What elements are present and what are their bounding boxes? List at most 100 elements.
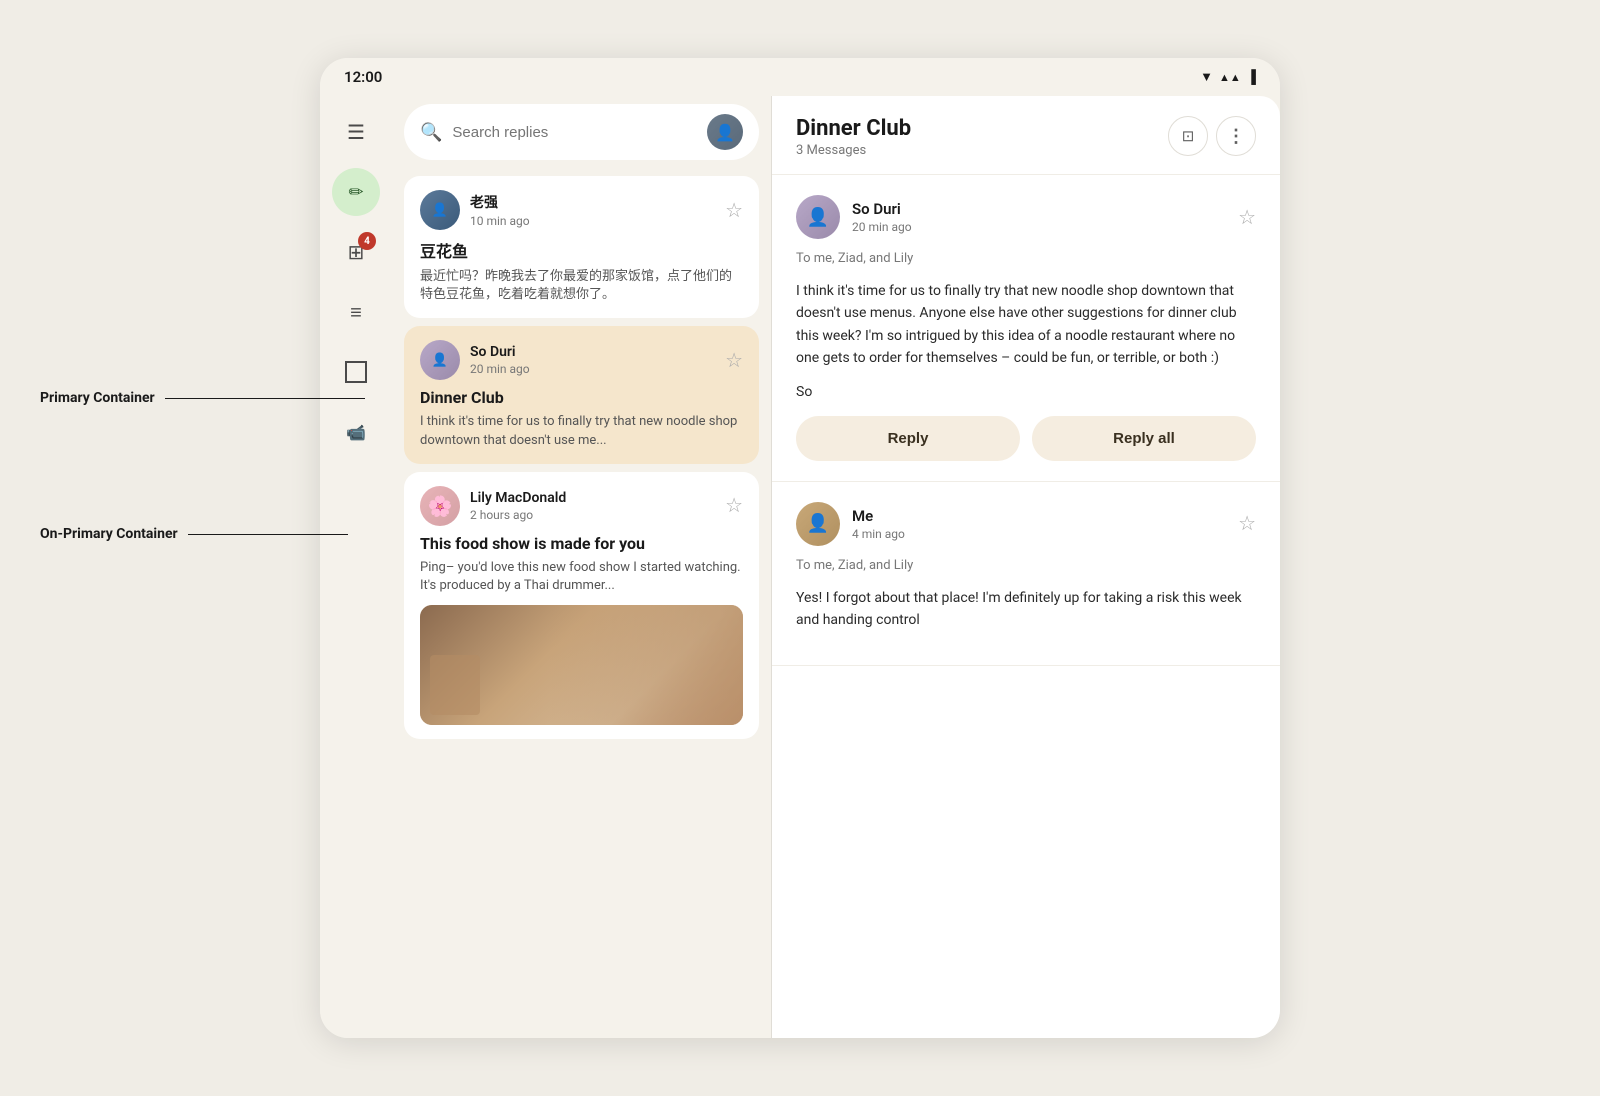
chat-icon <box>345 361 367 383</box>
email-subject-2: Dinner Club <box>420 388 743 407</box>
message-avatar-icon-1: 👤 <box>807 207 829 228</box>
sender-avatar-3: 🌸 <box>420 486 460 526</box>
on-primary-container-label: On-Primary Container <box>40 526 178 542</box>
more-options-button[interactable]: ⋮ <box>1216 116 1256 156</box>
wifi-icon: ▼ <box>1200 69 1213 85</box>
chat-button[interactable] <box>332 348 380 396</box>
page-wrapper: Primary Container On-Primary Container 1… <box>0 0 1600 1096</box>
email-list: 👤 老强 10 min ago ☆ 豆花鱼 最近忙吗？昨晚我去了你最爱的那家饭馆… <box>392 172 771 1038</box>
message-card-2: 👤 Me 4 min ago ☆ To me, Ziad, and Lily Y… <box>772 482 1280 667</box>
sidebar: ☰ ✏ ⊞ 4 ≡ <box>320 96 392 1038</box>
reply-button[interactable]: Reply <box>796 416 1020 461</box>
message-body-2: Yes! I forgot about that place! I'm defi… <box>796 587 1256 632</box>
menu-icon-btn[interactable]: ☰ <box>332 108 380 156</box>
notification-badge: 4 <box>358 232 376 250</box>
message-star-1[interactable]: ☆ <box>1238 205 1256 230</box>
message-sender-name-2: Me <box>852 507 905 525</box>
on-primary-container-annotation: On-Primary Container <box>40 526 365 542</box>
sender-avatar-2: 👤 <box>420 340 460 380</box>
sender-details-1: 老强 10 min ago <box>470 192 530 228</box>
reply-all-button[interactable]: Reply all <box>1032 416 1256 461</box>
search-bar[interactable]: 🔍 👤 <box>404 104 759 160</box>
search-input[interactable] <box>452 124 697 141</box>
message-star-2[interactable]: ☆ <box>1238 511 1256 536</box>
email-header-3: 🌸 Lily MacDonald 2 hours ago ☆ <box>420 486 743 526</box>
message-avatar-2: 👤 <box>796 502 840 546</box>
notes-icon: ≡ <box>350 300 362 325</box>
primary-container-annotation: Primary Container <box>40 390 365 406</box>
message-card-1: 👤 So Duri 20 min ago ☆ To me, Ziad, and … <box>772 175 1280 482</box>
compose-button[interactable]: ✏ <box>332 168 380 216</box>
status-bar: 12:00 ▼ ▲▲ ▐ <box>320 58 1280 96</box>
status-icons: ▼ ▲▲ ▐ <box>1200 69 1256 85</box>
message-body-1: I think it's time for us to finally try … <box>796 280 1256 370</box>
email-preview-2: I think it's time for us to finally try … <box>420 413 743 449</box>
sender-details-3: Lily MacDonald 2 hours ago <box>470 490 566 522</box>
message-avatar-1: 👤 <box>796 195 840 239</box>
star-button-1[interactable]: ☆ <box>725 198 743 223</box>
message-recipients-2: To me, Ziad, and Lily <box>796 558 1256 573</box>
reply-buttons: Reply Reply all <box>796 416 1256 461</box>
notes-button[interactable]: ≡ <box>332 288 380 336</box>
message-avatar-icon-2: 👤 <box>807 513 829 534</box>
message-sender-details-2: Me 4 min ago <box>852 507 905 541</box>
message-sender-name-1: So Duri <box>852 200 912 218</box>
star-button-3[interactable]: ☆ <box>725 493 743 518</box>
email-header-1: 👤 老强 10 min ago ☆ <box>420 190 743 230</box>
sender-avatar-icon-3: 🌸 <box>428 494 453 518</box>
sender-time-1: 10 min ago <box>470 214 530 228</box>
signal-icon: ▲▲ <box>1219 71 1241 84</box>
sender-details-2: So Duri 20 min ago <box>470 344 530 376</box>
primary-container-label: Primary Container <box>40 390 155 406</box>
detail-title: Dinner Club <box>796 116 911 141</box>
star-button-2[interactable]: ☆ <box>725 348 743 373</box>
sender-avatar-1: 👤 <box>420 190 460 230</box>
messages-list: 👤 So Duri 20 min ago ☆ To me, Ziad, and … <box>772 175 1280 1038</box>
more-options-icon: ⋮ <box>1227 126 1245 147</box>
email-detail-panel: Dinner Club 3 Messages ⊡ ⋮ <box>772 96 1280 1038</box>
message-sender-info-2: 👤 Me 4 min ago <box>796 502 905 546</box>
email-preview-1: 最近忙吗？昨晚我去了你最爱的那家饭馆，点了他们的特色豆花鱼，吃着吃着就想你了。 <box>420 268 743 304</box>
sender-time-2: 20 min ago <box>470 362 530 376</box>
content-area: ☰ ✏ ⊞ 4 ≡ <box>320 96 1280 1038</box>
email-item-2[interactable]: 👤 So Duri 20 min ago ☆ Dinner Club I thi… <box>404 326 759 463</box>
email-item-3[interactable]: 🌸 Lily MacDonald 2 hours ago ☆ This food… <box>404 472 759 739</box>
expand-button[interactable]: ⊡ <box>1168 116 1208 156</box>
sender-name-1: 老强 <box>470 192 530 212</box>
message-signature-1: So <box>796 384 1256 400</box>
email-subject-1: 豆花鱼 <box>420 238 743 262</box>
message-header-2: 👤 Me 4 min ago ☆ <box>796 502 1256 546</box>
sender-info-1: 👤 老强 10 min ago <box>420 190 530 230</box>
expand-icon: ⊡ <box>1182 127 1195 145</box>
detail-title-block: Dinner Club 3 Messages <box>796 116 911 158</box>
email-item-1[interactable]: 👤 老强 10 min ago ☆ 豆花鱼 最近忙吗？昨晚我去了你最爱的那家饭馆… <box>404 176 759 318</box>
message-sender-details-1: So Duri 20 min ago <box>852 200 912 234</box>
sender-name-3: Lily MacDonald <box>470 490 566 506</box>
user-avatar-icon: 👤 <box>715 123 735 142</box>
detail-header: Dinner Club 3 Messages ⊡ ⋮ <box>772 96 1280 175</box>
message-recipients-1: To me, Ziad, and Lily <box>796 251 1256 266</box>
email-header-2: 👤 So Duri 20 min ago ☆ <box>420 340 743 380</box>
battery-icon: ▐ <box>1247 69 1256 85</box>
sender-info-3: 🌸 Lily MacDonald 2 hours ago <box>420 486 566 526</box>
sender-info-2: 👤 So Duri 20 min ago <box>420 340 530 380</box>
detail-actions: ⊡ ⋮ <box>1168 116 1256 156</box>
email-preview-3: Ping– you'd love this new food show I st… <box>420 559 743 595</box>
email-subject-3: This food show is made for you <box>420 534 743 553</box>
email-image-3 <box>420 605 743 725</box>
email-list-panel: 🔍 👤 👤 <box>392 96 772 1038</box>
notifications-button[interactable]: ⊞ 4 <box>332 228 380 276</box>
status-time: 12:00 <box>344 68 382 86</box>
detail-count: 3 Messages <box>796 143 911 158</box>
food-show-thumbnail <box>420 605 743 725</box>
menu-icon: ☰ <box>347 120 365 144</box>
sender-avatar-icon-1: 👤 <box>432 203 448 218</box>
sender-time-3: 2 hours ago <box>470 508 566 522</box>
search-icon: 🔍 <box>420 122 442 143</box>
device-frame: 12:00 ▼ ▲▲ ▐ ☰ ✏ ⊞ <box>320 58 1280 1038</box>
message-time-2: 4 min ago <box>852 527 905 541</box>
user-avatar[interactable]: 👤 <box>707 114 743 150</box>
message-sender-info-1: 👤 So Duri 20 min ago <box>796 195 912 239</box>
message-time-1: 20 min ago <box>852 220 912 234</box>
sender-avatar-icon-2: 👤 <box>432 353 448 368</box>
